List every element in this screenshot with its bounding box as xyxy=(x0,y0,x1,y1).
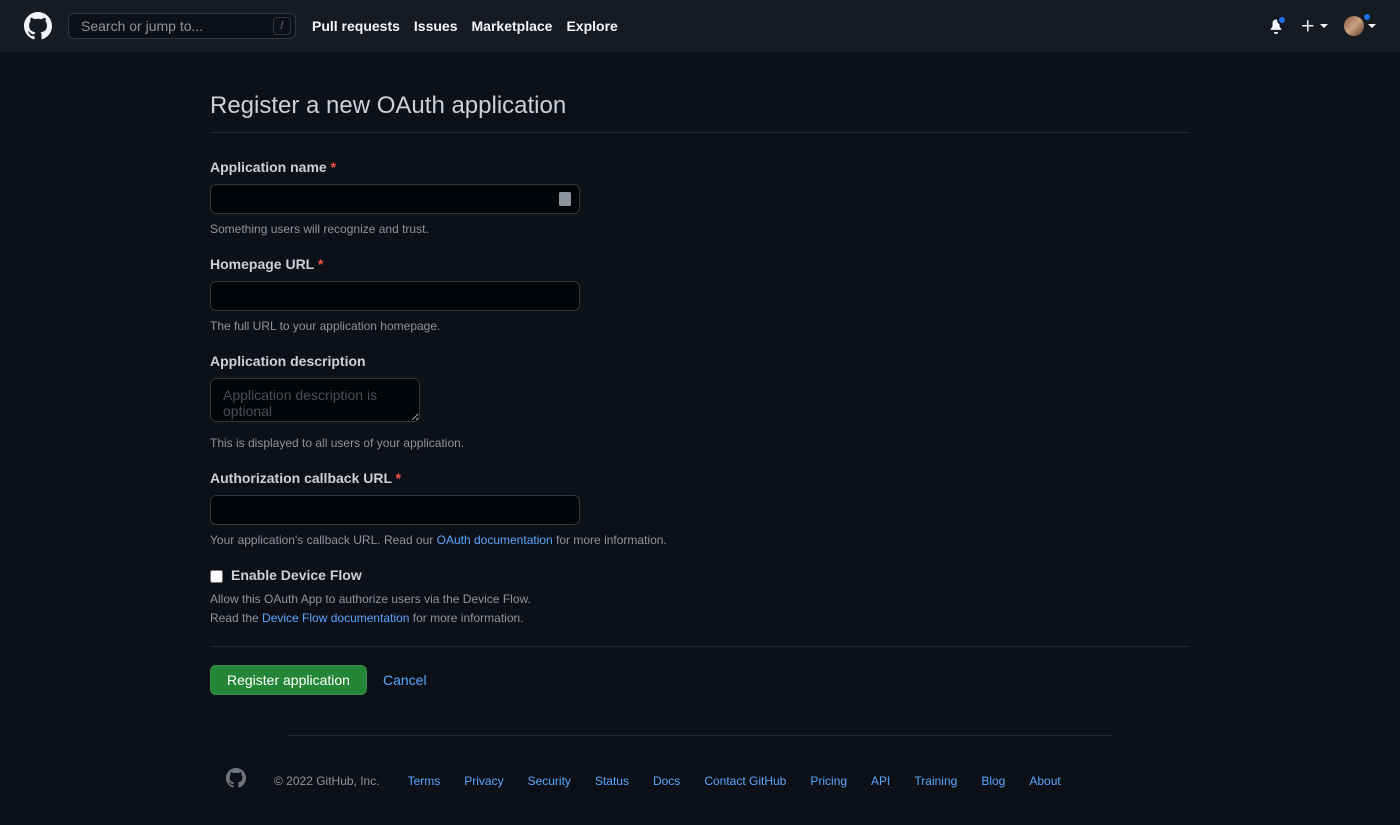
field-application-description: Application description This is displaye… xyxy=(210,351,830,452)
label-callback-url: Authorization callback URL * xyxy=(210,468,830,489)
header-right xyxy=(1268,16,1376,36)
footer-blog[interactable]: Blog xyxy=(981,772,1005,790)
plus-icon xyxy=(1300,18,1316,34)
footer-training[interactable]: Training xyxy=(914,772,957,790)
homepage-url-input[interactable] xyxy=(210,281,580,311)
user-menu-button[interactable] xyxy=(1344,16,1376,36)
label-application-name: Application name * xyxy=(210,157,830,178)
section-divider xyxy=(210,646,1190,647)
site-footer: © 2022 GitHub, Inc. Terms Privacy Securi… xyxy=(210,736,1190,825)
hint-text: Your application's callback URL. Read ou… xyxy=(210,533,437,547)
footer-status[interactable]: Status xyxy=(595,772,629,790)
hint-application-name: Something users will recognize and trust… xyxy=(210,220,830,238)
footer-links: Terms Privacy Security Status Docs Conta… xyxy=(408,772,1061,790)
hint-text: Allow this OAuth App to authorize users … xyxy=(210,592,531,606)
nav-marketplace[interactable]: Marketplace xyxy=(472,16,553,37)
search-container: / xyxy=(68,13,296,39)
hint-text: Read the xyxy=(210,611,262,625)
hint-text: for more information. xyxy=(553,533,667,547)
label-device-flow: Enable Device Flow xyxy=(231,565,362,586)
hint-homepage-url: The full URL to your application homepag… xyxy=(210,317,830,335)
footer-github-logo[interactable] xyxy=(226,768,246,793)
required-marker: * xyxy=(396,470,401,486)
footer-terms[interactable]: Terms xyxy=(408,772,441,790)
application-name-input[interactable] xyxy=(210,184,580,214)
footer-copyright: © 2022 GitHub, Inc. xyxy=(274,772,380,790)
main-container: Register a new OAuth application Applica… xyxy=(194,52,1206,735)
footer-privacy[interactable]: Privacy xyxy=(464,772,503,790)
register-application-button[interactable]: Register application xyxy=(210,665,367,695)
hint-application-description: This is displayed to all users of your a… xyxy=(210,434,830,452)
label-text: Authorization callback URL xyxy=(210,470,392,486)
field-homepage-url: Homepage URL * The full URL to your appl… xyxy=(210,254,830,335)
cancel-link[interactable]: Cancel xyxy=(383,670,427,691)
contact-card-icon xyxy=(557,191,573,207)
field-callback-url: Authorization callback URL * Your applic… xyxy=(210,468,830,549)
page-title: Register a new OAuth application xyxy=(210,88,1190,133)
oauth-docs-link[interactable]: OAuth documentation xyxy=(437,533,553,547)
notification-indicator xyxy=(1277,15,1287,25)
label-homepage-url: Homepage URL * xyxy=(210,254,830,275)
hint-device-flow: Allow this OAuth App to authorize users … xyxy=(210,590,830,628)
global-header: / Pull requests Issues Marketplace Explo… xyxy=(0,0,1400,52)
chevron-down-icon xyxy=(1320,24,1328,28)
chevron-down-icon xyxy=(1368,24,1376,28)
github-logo[interactable] xyxy=(24,12,52,40)
search-shortcut-badge: / xyxy=(273,17,291,35)
nav-explore[interactable]: Explore xyxy=(566,16,617,37)
notifications-button[interactable] xyxy=(1268,18,1284,34)
primary-nav: Pull requests Issues Marketplace Explore xyxy=(312,16,618,37)
form-actions: Register application Cancel xyxy=(210,665,1190,735)
application-description-input[interactable] xyxy=(210,378,420,422)
required-marker: * xyxy=(331,159,336,175)
label-text: Application name xyxy=(210,159,327,175)
label-text: Homepage URL xyxy=(210,256,314,272)
nav-pull-requests[interactable]: Pull requests xyxy=(312,16,400,37)
device-flow-docs-link[interactable]: Device Flow documentation xyxy=(262,611,409,625)
footer-contact[interactable]: Contact GitHub xyxy=(704,772,786,790)
label-application-description: Application description xyxy=(210,351,830,372)
field-application-name: Application name * Something users will … xyxy=(210,157,830,238)
required-marker: * xyxy=(318,256,323,272)
field-device-flow: Enable Device Flow Allow this OAuth App … xyxy=(210,565,830,628)
hint-callback-url: Your application's callback URL. Read ou… xyxy=(210,531,830,549)
nav-issues[interactable]: Issues xyxy=(414,16,458,37)
footer-api[interactable]: API xyxy=(871,772,890,790)
avatar xyxy=(1344,16,1364,36)
user-indicator xyxy=(1362,12,1372,22)
hint-text: for more information. xyxy=(409,611,523,625)
footer-docs[interactable]: Docs xyxy=(653,772,680,790)
search-input[interactable] xyxy=(68,13,296,39)
enable-device-flow-checkbox[interactable] xyxy=(210,570,223,583)
footer-about[interactable]: About xyxy=(1029,772,1060,790)
create-new-button[interactable] xyxy=(1300,18,1328,34)
footer-pricing[interactable]: Pricing xyxy=(810,772,847,790)
github-mark-icon xyxy=(226,768,246,788)
callback-url-input[interactable] xyxy=(210,495,580,525)
footer-security[interactable]: Security xyxy=(528,772,571,790)
